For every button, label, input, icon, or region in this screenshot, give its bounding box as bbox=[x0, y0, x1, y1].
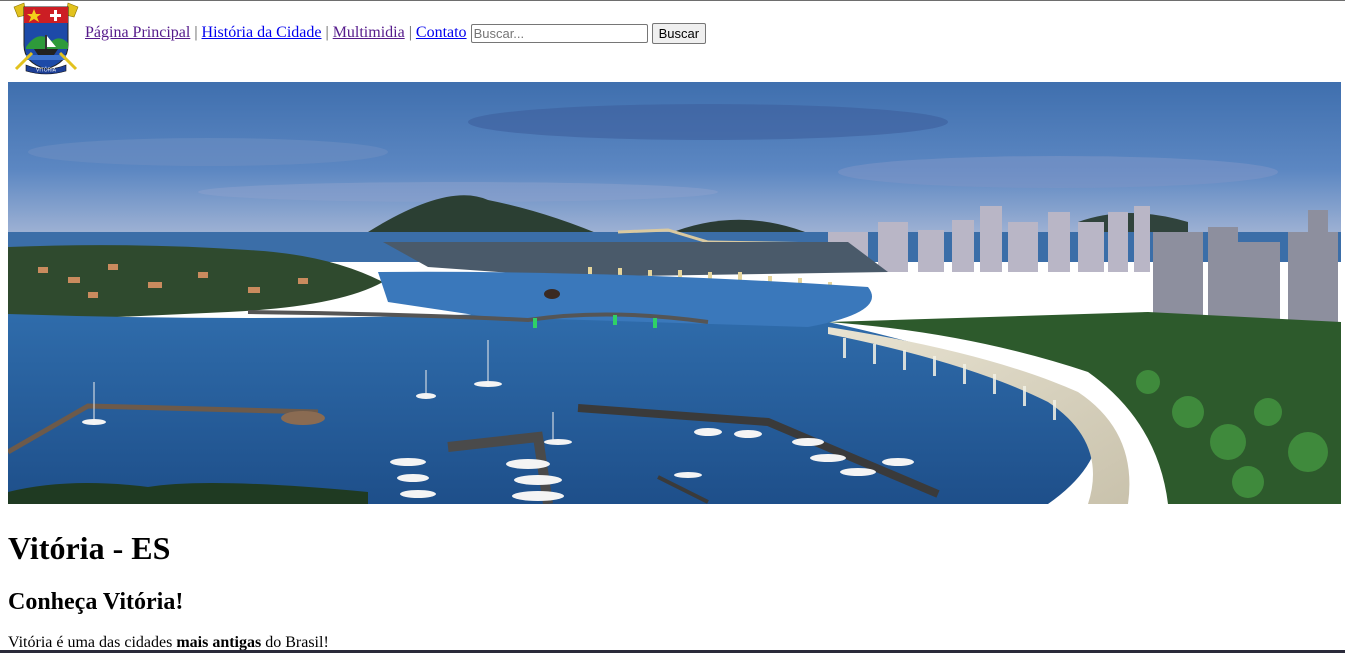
nav-separator: | bbox=[408, 24, 412, 41]
page-title: Vitória - ES bbox=[8, 530, 171, 566]
logo-ribbon-text: VITÓRIA bbox=[36, 67, 57, 74]
city-panorama-banner bbox=[8, 82, 1341, 504]
intro-text-bold: mais antigas bbox=[176, 634, 262, 651]
main-navigation: Página Principal | História da Cidade | … bbox=[85, 21, 707, 45]
city-coat-of-arms-logo[interactable]: VITÓRIA bbox=[12, 1, 80, 75]
nav-link-pagina-principal[interactable]: Página Principal bbox=[85, 24, 190, 42]
nav-separator: | bbox=[325, 24, 329, 41]
search-button[interactable]: Buscar bbox=[651, 22, 707, 44]
nav-link-multimidia[interactable]: Multimidia bbox=[333, 24, 405, 42]
nav-link-contato[interactable]: Contato bbox=[416, 24, 467, 42]
search-input[interactable] bbox=[470, 23, 648, 43]
intro-text-before: Vitória é uma das cidades bbox=[8, 634, 177, 651]
intro-text-after: do Brasil! bbox=[261, 634, 329, 651]
nav-link-historia-da-cidade[interactable]: História da Cidade bbox=[202, 24, 322, 42]
nav-separator: | bbox=[194, 24, 198, 41]
section-subtitle: Conheça Vitória! bbox=[8, 589, 184, 615]
site-header: VITÓRIA Página Principal | História da C… bbox=[8, 1, 1338, 79]
